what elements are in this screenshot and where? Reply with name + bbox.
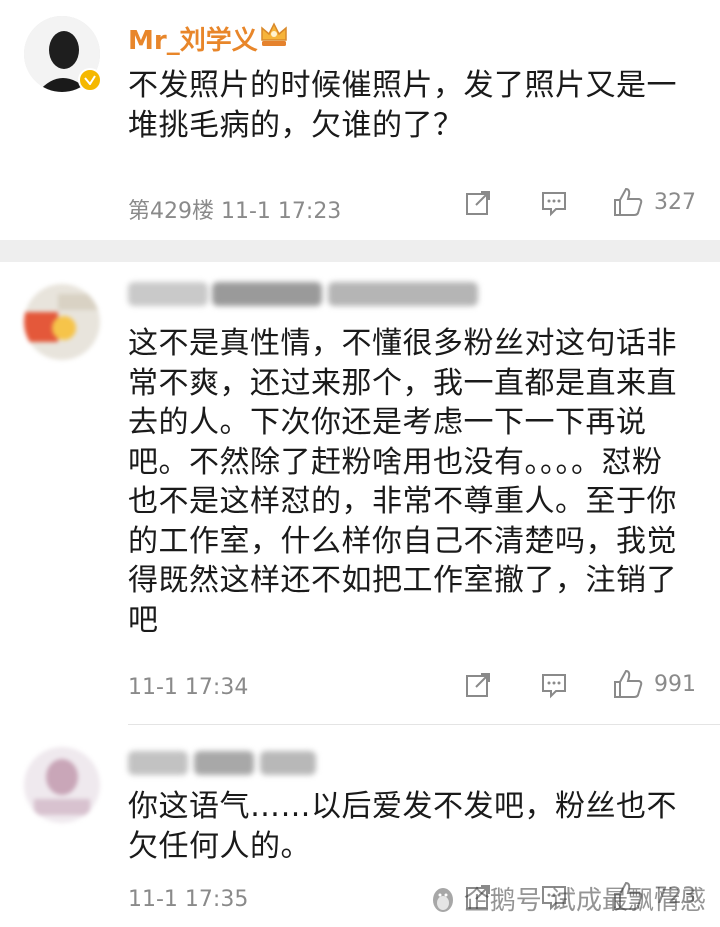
comment-button[interactable] bbox=[540, 189, 568, 217]
comment-meta: 11-1 17:34 bbox=[128, 675, 249, 700]
comment-item: Mr_刘学义 不发照片的时候催照片，发了照片又是一堆挑毛病的，欠谁的了？ 第42… bbox=[0, 0, 720, 240]
comment-text: 你这语气……以后爱发不发吧，粉丝也不欠任何人的。 bbox=[128, 789, 677, 864]
penguin-logo-icon bbox=[432, 887, 453, 912]
like-icon bbox=[614, 187, 643, 216]
like-count: 327 bbox=[654, 189, 696, 215]
avatar[interactable] bbox=[24, 747, 100, 823]
comment-text: 不发照片的时候催照片，发了照片又是一堆挑毛病的，欠谁的了？ bbox=[128, 68, 677, 143]
avatar[interactable] bbox=[24, 284, 100, 360]
watermark-text: 企鹅号 试成最飘情感 bbox=[463, 886, 706, 916]
like-count: 991 bbox=[654, 671, 696, 697]
share-button[interactable] bbox=[464, 189, 492, 217]
watermark: 企鹅号 试成最飘情感 bbox=[428, 880, 706, 917]
crown-icon bbox=[258, 18, 290, 54]
like-button[interactable]: 327 bbox=[612, 186, 696, 218]
verified-badge-icon bbox=[78, 68, 102, 92]
comment-icon bbox=[542, 674, 566, 699]
comment-item: 这不是真性情，不懂很多粉丝对这句话非常不爽，还过来那个，我一直都是直来直去的人。… bbox=[0, 262, 720, 722]
share-icon bbox=[466, 673, 490, 697]
username[interactable]: Mr_刘学义 bbox=[128, 20, 258, 57]
username[interactable] bbox=[128, 751, 328, 775]
comment-meta: 第429楼 11-1 17:23 bbox=[128, 199, 342, 224]
like-icon bbox=[614, 669, 643, 698]
like-button[interactable]: 991 bbox=[612, 668, 696, 700]
comment-icon bbox=[542, 192, 566, 217]
share-button[interactable] bbox=[464, 671, 492, 699]
share-icon bbox=[466, 191, 490, 215]
section-divider bbox=[0, 240, 720, 262]
comment-meta: 11-1 17:35 bbox=[128, 887, 249, 912]
comment-button[interactable] bbox=[540, 671, 568, 699]
username[interactable] bbox=[128, 282, 488, 308]
comment-text: 这不是真性情，不懂很多粉丝对这句话非常不爽，还过来那个，我一直都是直来直去的人。… bbox=[128, 326, 677, 638]
